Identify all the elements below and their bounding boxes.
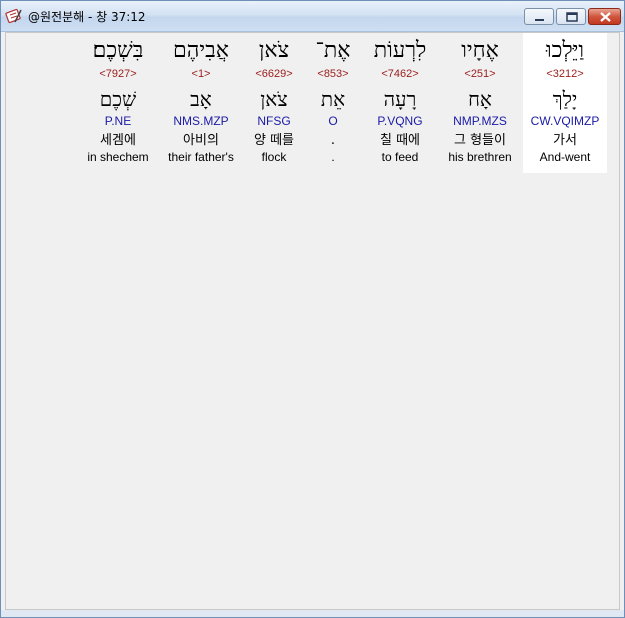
hebrew-word: לִרְעוֹת: [373, 38, 427, 63]
hebrew-word: אֲבִיהֶם: [173, 38, 229, 63]
verse-row: וַיֵּלְכוּ <3212> יָלַךְ CW.VQIMZP 가서 An…: [6, 33, 619, 173]
strong-number[interactable]: <1>: [160, 67, 242, 81]
lemma-word: אָח: [468, 87, 492, 111]
korean-gloss: 그 형들이: [454, 133, 506, 148]
korean-gloss: 세겜에: [100, 133, 136, 148]
maximize-button[interactable]: [556, 8, 586, 25]
strong-number[interactable]: <6629>: [244, 67, 304, 81]
word-column[interactable]: אֶת־ <853> אֵת O . .: [308, 33, 358, 173]
lemma-word: צֹאן: [260, 87, 288, 111]
book-pen-icon[interactable]: [5, 7, 23, 25]
parsing-code: P.VQNG: [377, 114, 423, 128]
strong-number[interactable]: <853>: [308, 67, 358, 81]
interlinear-panel[interactable]: וַיֵּלְכוּ <3212> יָלַךְ CW.VQIMZP 가서 An…: [5, 32, 620, 610]
lemma-word: אֵת: [320, 87, 346, 111]
parsing-code: NFSG: [257, 114, 291, 128]
lemma-word: רָעָה: [383, 87, 417, 111]
parsing-code: NMS.MZP: [173, 114, 229, 128]
parsing-code: O: [328, 114, 338, 128]
english-gloss: And-went: [539, 150, 591, 164]
close-button[interactable]: [588, 8, 621, 25]
word-column[interactable]: בִּשְׁכֶם׃ <7927> שְׁכֶם P.NE 세겜에 in she…: [78, 33, 158, 173]
strong-number[interactable]: <3212>: [523, 67, 607, 81]
title-bar[interactable]: @원전분해 - 창 37:12: [1, 1, 624, 32]
english-gloss: .: [331, 150, 335, 164]
hebrew-word: אֶת־: [315, 38, 351, 63]
word-column[interactable]: אֲבִיהֶם <1> אָב NMS.MZP 아비의 their fathe…: [160, 33, 242, 173]
korean-gloss: 칠 때에: [379, 133, 420, 148]
lemma-word: שְׁכֶם: [99, 87, 137, 111]
parsing-code: CW.VQIMZP: [530, 114, 600, 128]
korean-gloss: 양 떼를: [253, 133, 294, 148]
hebrew-word: אֶחָיו: [461, 38, 499, 63]
minimize-icon: [535, 19, 544, 21]
word-column[interactable]: לִרְעוֹת <7462> רָעָה P.VQNG 칠 때에 to fee…: [362, 33, 438, 173]
strong-number[interactable]: <7927>: [78, 67, 158, 81]
strong-number[interactable]: <7462>: [362, 67, 438, 81]
hebrew-word: וַיֵּלְכוּ: [545, 38, 585, 63]
window-title: @원전분해 - 창 37:12: [28, 10, 146, 24]
korean-gloss: 아비의: [183, 133, 219, 148]
english-gloss: flock: [261, 150, 287, 164]
hebrew-word: בִּשְׁכֶם׃: [92, 38, 144, 63]
window-bottom-border: [1, 610, 624, 617]
strong-number[interactable]: <251>: [440, 67, 520, 81]
english-gloss: to feed: [381, 150, 419, 164]
lemma-word: אָב: [190, 87, 212, 111]
parsing-code: P.NE: [104, 114, 132, 128]
english-gloss: in shechem: [87, 150, 149, 164]
lemma-word: יָלַךְ: [552, 87, 578, 111]
english-gloss: his brethren: [448, 150, 512, 164]
app-window: @원전분해 - 창 37:12 וַיֵּלְכוּ <3212> יָלַךְ…: [0, 0, 625, 618]
hebrew-word: צֹאן: [258, 38, 290, 63]
minimize-button[interactable]: [524, 8, 554, 25]
korean-gloss: .: [330, 133, 336, 148]
word-column[interactable]: אֶחָיו <251> אָח NMP.MZS 그 형들이 his breth…: [440, 33, 520, 173]
english-gloss: their father's: [168, 150, 234, 164]
word-column[interactable]: צֹאן <6629> צֹאן NFSG 양 떼를 flock: [244, 33, 304, 173]
maximize-icon: [566, 12, 578, 22]
word-column[interactable]: וַיֵּלְכוּ <3212> יָלַךְ CW.VQIMZP 가서 An…: [523, 33, 607, 173]
korean-gloss: 가서: [553, 133, 577, 148]
parsing-code: NMP.MZS: [453, 114, 507, 128]
close-icon: [600, 12, 611, 22]
